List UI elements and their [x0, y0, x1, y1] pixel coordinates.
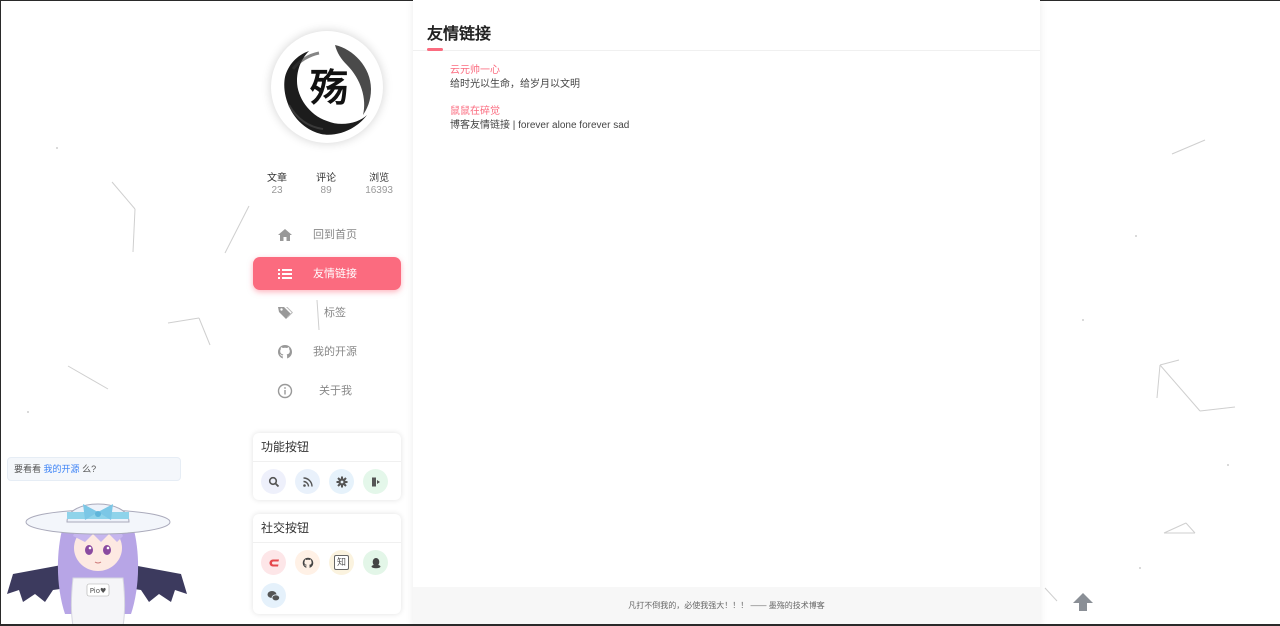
stat-views: 浏览 16393 — [365, 173, 393, 197]
nav-item-label: 关于我 — [319, 385, 352, 397]
tags-icon — [278, 307, 293, 319]
logout-icon — [371, 477, 380, 486]
nav-item-home[interactable]: 回到首页 — [253, 218, 401, 251]
home-icon — [278, 229, 292, 241]
friend-link-name[interactable]: 云元帅一心 — [450, 64, 580, 78]
page-header: 友情链接 — [413, 0, 1040, 51]
nav-item-tags[interactable]: 标签 — [253, 296, 401, 329]
gear-icon — [336, 476, 347, 487]
stat-value: 89 — [320, 185, 332, 196]
wechat-icon — [267, 590, 280, 601]
main-content: 友情链接 云元帅一心 给时光以生命，给岁月以文明 鼠鼠在碎觉 博客友情链接 | … — [413, 0, 1040, 626]
github-social-button[interactable] — [295, 550, 320, 575]
csdn-icon — [269, 559, 279, 566]
zhihu-icon: 知 — [334, 555, 349, 570]
sidebar: 殇 文章 23 评论 89 浏览 16393 回到首页 友情链接 标签 我的开源… — [253, 0, 401, 626]
stat-label: 评论 — [316, 173, 337, 184]
friend-link-item: 云元帅一心 给时光以生命，给岁月以文明 — [450, 64, 580, 92]
ink-logo: 殇 — [277, 37, 377, 137]
nav-item-friend-links[interactable]: 友情链接 — [253, 257, 401, 290]
stat-label: 浏览 — [369, 173, 390, 184]
bubble-suffix: 么? — [82, 464, 97, 474]
avatar-image: 殇 — [275, 35, 379, 139]
page-footer: 凡打不倒我的，必使我强大！！！ —— 墨殇的技术博客 — [413, 587, 1040, 624]
nav-item-about[interactable]: 关于我 — [253, 374, 401, 407]
search-button[interactable] — [261, 469, 286, 494]
bubble-prefix: 要看看 — [14, 464, 42, 474]
search-icon — [268, 476, 279, 487]
list-icon — [278, 269, 292, 279]
function-card: 功能按钮 — [253, 433, 401, 500]
info-icon — [277, 383, 293, 399]
friend-link-desc: 博客友情链接 | forever alone forever sad — [450, 120, 630, 131]
friend-link-name[interactable]: 鼠鼠在碎觉 — [450, 105, 629, 119]
wechat-button[interactable] — [261, 583, 286, 608]
svg-text:Pio♥: Pio♥ — [90, 587, 107, 595]
bubble-link-open-source[interactable]: 我的开源 — [44, 464, 80, 474]
github-icon — [302, 557, 313, 568]
rss-icon — [302, 476, 313, 487]
github-icon — [278, 345, 292, 359]
nav-item-open-source[interactable]: 我的开源 — [253, 335, 401, 368]
nav-item-label: 我的开源 — [313, 346, 357, 358]
social-card-title: 社交按钮 — [253, 514, 401, 543]
stats-row: 文章 23 评论 89 浏览 16393 — [267, 173, 393, 197]
qq-button[interactable] — [363, 550, 388, 575]
stat-articles: 文章 23 — [267, 173, 287, 197]
stat-value: 23 — [271, 185, 283, 196]
friend-link-item: 鼠鼠在碎觉 博客友情链接 | forever alone forever sad — [450, 105, 629, 133]
social-buttons: 知 — [253, 543, 401, 616]
function-card-title: 功能按钮 — [253, 433, 401, 462]
function-buttons — [253, 462, 401, 502]
logout-button[interactable] — [363, 469, 388, 494]
svg-text:殇: 殇 — [310, 65, 348, 110]
nav-item-label: 友情链接 — [313, 268, 357, 280]
mascot-speech-bubble: 要看看 我的开源 么? — [7, 457, 181, 481]
settings-button[interactable] — [329, 469, 354, 494]
window-left-edge — [0, 0, 1, 626]
stat-label: 文章 — [267, 173, 287, 184]
csdn-button[interactable] — [261, 550, 286, 575]
nav-menu: 回到首页 友情链接 标签 我的开源 关于我 — [253, 218, 401, 413]
friend-link-desc: 给时光以生命，给岁月以文明 — [450, 79, 580, 90]
qq-icon — [371, 557, 380, 568]
zhihu-button[interactable]: 知 — [329, 550, 354, 575]
nav-item-label: 标签 — [324, 307, 346, 319]
page-title: 友情链接 — [427, 26, 492, 43]
social-card: 社交按钮 知 — [253, 514, 401, 614]
avatar[interactable]: 殇 — [271, 31, 383, 143]
title-underline — [427, 48, 443, 51]
back-to-top-icon[interactable] — [1072, 591, 1094, 613]
stat-comments: 评论 89 — [316, 173, 336, 197]
rss-button[interactable] — [295, 469, 320, 494]
stat-value: 16393 — [365, 185, 393, 196]
nav-item-label: 回到首页 — [313, 229, 357, 241]
mascot-character[interactable]: Pio♥ — [5, 486, 190, 626]
